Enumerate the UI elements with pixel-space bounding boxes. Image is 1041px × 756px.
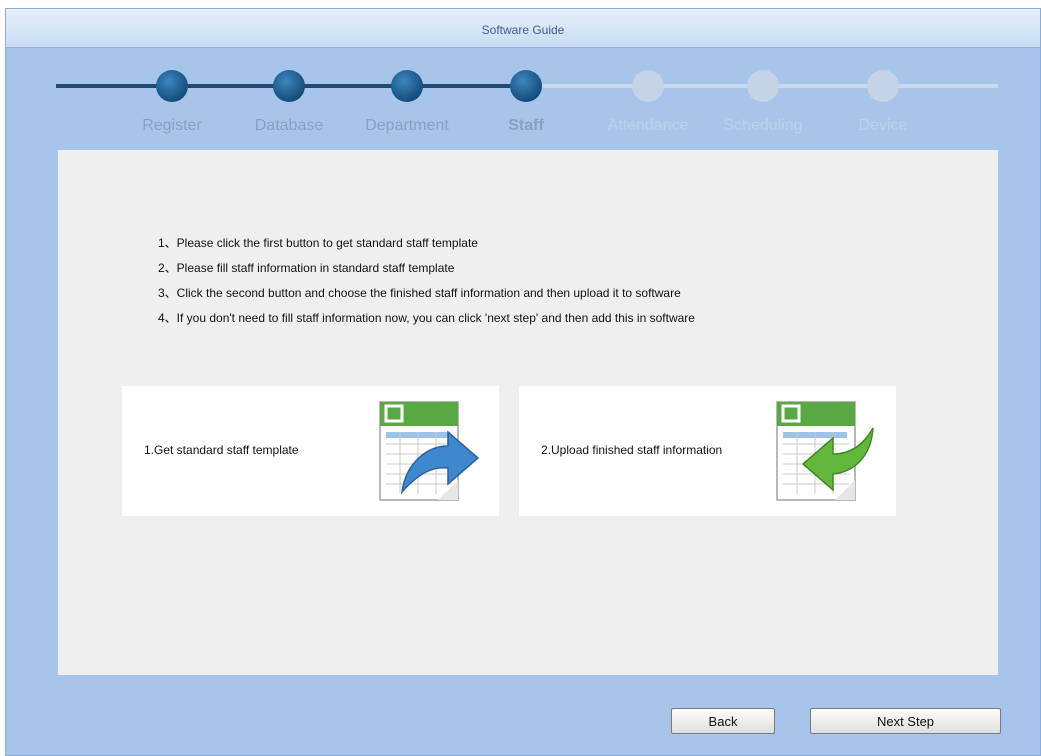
spreadsheet-export-icon (379, 401, 480, 501)
step-dot-device (867, 70, 899, 102)
get-template-button[interactable]: 1.Get standard staff template (122, 386, 499, 516)
step-dot-department (391, 70, 423, 102)
step-dot-staff (510, 70, 542, 102)
step-dot-register (156, 70, 188, 102)
staff-step-panel: 1、Please click the first button to get s… (58, 150, 998, 675)
step-label-scheduling: Scheduling (723, 117, 803, 134)
instruction-line-2: 2、Please fill staff information in stand… (158, 261, 455, 275)
back-button[interactable]: Back (671, 708, 775, 734)
upload-staff-button[interactable]: 2.Upload finished staff information (519, 386, 896, 516)
wizard-progress: Register Database Department Staff Atten… (6, 47, 1040, 151)
step-dot-scheduling (747, 70, 779, 102)
step-dot-database (273, 70, 305, 102)
upload-staff-label: 2.Upload finished staff information (541, 443, 723, 457)
instruction-line-4: 4、If you don't need to fill staff inform… (158, 311, 695, 325)
software-guide-window: Software Guide Register Database Departm… (5, 8, 1041, 756)
step-label-department: Department (365, 117, 449, 134)
step-label-staff: Staff (508, 117, 544, 134)
step-label-database: Database (254, 117, 324, 134)
instruction-line-3: 3、Click the second button and choose the… (158, 286, 681, 300)
step-dot-attendance (632, 70, 664, 102)
get-template-label: 1.Get standard staff template (144, 443, 299, 457)
window-title: Software Guide (6, 9, 1040, 48)
instruction-list: 1、Please click the first button to get s… (158, 235, 695, 335)
instruction-line-1: 1、Please click the first button to get s… (158, 236, 478, 250)
spreadsheet-import-icon (776, 401, 874, 501)
step-label-attendance: Attendance (607, 117, 689, 134)
step-label-register: Register (142, 117, 202, 134)
step-label-device: Device (858, 117, 908, 134)
next-step-button[interactable]: Next Step (810, 708, 1001, 734)
